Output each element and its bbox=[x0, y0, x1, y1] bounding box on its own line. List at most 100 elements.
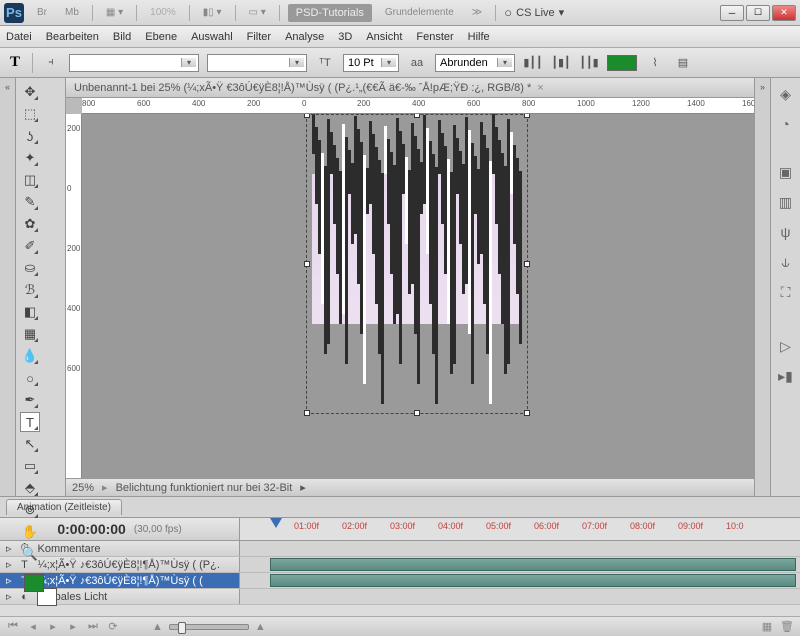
transform-box[interactable] bbox=[306, 114, 528, 414]
close-button[interactable]: ✕ bbox=[772, 5, 796, 21]
close-tab-icon[interactable]: × bbox=[537, 82, 543, 94]
workspace-more[interactable]: ≫ bbox=[467, 4, 487, 21]
toolbox: ✥ ⬚ ʖ ✦ ◫ ✎ ✿ ✐ ⛀ ℬ ◧ ▦ 💧 ○ ✒ T ↖ ▭ ⬘ ⊚ … bbox=[16, 78, 66, 496]
zoom-level[interactable]: 100% bbox=[145, 4, 181, 21]
zoom-tool[interactable]: 🔍 bbox=[20, 544, 40, 564]
menu-3d[interactable]: 3D bbox=[338, 31, 352, 43]
hand-tool[interactable]: ✋ bbox=[20, 522, 40, 542]
pen-tool[interactable]: ✒ bbox=[20, 390, 40, 410]
menu-auswahl[interactable]: Auswahl bbox=[191, 31, 233, 43]
type-tool[interactable]: T bbox=[20, 412, 40, 432]
move-tool[interactable]: ✥ bbox=[20, 82, 40, 102]
eyedropper-tool[interactable]: ✎ bbox=[20, 192, 40, 212]
loop-button[interactable]: ⟳ bbox=[106, 620, 120, 633]
stamp-tool[interactable]: ⛀ bbox=[20, 258, 40, 278]
eraser-tool[interactable]: ◧ bbox=[20, 302, 40, 322]
channels-panel-icon[interactable]: ψ bbox=[776, 222, 796, 242]
timecode[interactable]: 0:00:00:00 bbox=[57, 521, 126, 537]
antialias-icon: aa bbox=[407, 53, 427, 73]
font-size-combo[interactable] bbox=[343, 54, 399, 72]
next-frame-button[interactable]: ▸ bbox=[66, 620, 80, 633]
healing-tool[interactable]: ✿ bbox=[20, 214, 40, 234]
warp-text-button[interactable]: ⌇ bbox=[645, 53, 665, 73]
layers-panel-icon[interactable]: ◈ bbox=[776, 84, 796, 104]
antialias-combo[interactable] bbox=[435, 54, 515, 72]
ruler-vertical: 2000200400600 bbox=[66, 114, 82, 478]
prev-frame-button[interactable]: ◂ bbox=[26, 620, 40, 633]
path-select-tool[interactable]: ↖ bbox=[20, 434, 40, 454]
character-panel-button[interactable]: ▤ bbox=[673, 53, 693, 73]
menu-hilfe[interactable]: Hilfe bbox=[468, 31, 490, 43]
track-row[interactable]: ▹◐Globales Licht bbox=[0, 589, 800, 605]
timeline-zoom-slider[interactable] bbox=[169, 624, 249, 630]
dodge-tool[interactable]: ○ bbox=[20, 368, 40, 388]
collapse-right-icon[interactable]: » bbox=[755, 78, 770, 92]
zoom-in-icon[interactable]: ▲ bbox=[255, 621, 266, 633]
color-swatches[interactable] bbox=[20, 572, 61, 608]
brush-tool[interactable]: ✐ bbox=[20, 236, 40, 256]
status-bar: 25% ▸ Belichtung funktioniert nur bei 32… bbox=[66, 478, 754, 496]
play-button[interactable]: ▸ bbox=[46, 620, 60, 633]
goto-start-button[interactable]: ⏮ bbox=[6, 620, 20, 633]
document-tab[interactable]: Unbenannt-1 bei 25% (¼;xÃ•Ÿ €3ôÚ€ÿÈ8¦!Å)… bbox=[66, 78, 754, 98]
paths-panel-icon[interactable]: ⫝ bbox=[776, 252, 796, 272]
history-brush-tool[interactable]: ℬ bbox=[20, 280, 40, 300]
fps-label: (30,00 fps) bbox=[134, 524, 182, 535]
animation-panel: Animation (Zeitleiste) 0:00:00:00 (30,00… bbox=[0, 496, 800, 636]
canvas-viewport[interactable] bbox=[82, 114, 754, 478]
view-mode-dropdown[interactable]: ▦ ▾ bbox=[101, 4, 128, 21]
convert-frames-button[interactable]: ▦ bbox=[760, 620, 774, 633]
marquee-tool[interactable]: ⬚ bbox=[20, 104, 40, 124]
menu-analyse[interactable]: Analyse bbox=[285, 31, 324, 43]
foreground-color[interactable] bbox=[24, 574, 44, 592]
font-family-combo[interactable] bbox=[69, 54, 199, 72]
align-center-button[interactable]: ┃▮┃ bbox=[551, 53, 571, 73]
styles-panel-icon[interactable]: ⛶ bbox=[776, 282, 796, 302]
zoom-out-icon[interactable]: ▲ bbox=[152, 621, 163, 633]
cslive-dropdown[interactable]: CS Live ▾ bbox=[504, 5, 564, 20]
font-size-icon: ᵀT bbox=[315, 53, 335, 73]
status-zoom[interactable]: 25% bbox=[72, 482, 94, 494]
align-right-button[interactable]: ┃┃▮ bbox=[579, 53, 599, 73]
color-panel-icon[interactable]: ◔ bbox=[776, 114, 796, 134]
workspace-grundelemente[interactable]: Grundelemente bbox=[380, 4, 459, 21]
text-color-swatch[interactable] bbox=[607, 55, 637, 71]
menu-filter[interactable]: Filter bbox=[247, 31, 271, 43]
blur-tool[interactable]: 💧 bbox=[20, 346, 40, 366]
track-row[interactable]: ▹⏱Kommentare bbox=[0, 541, 800, 557]
history-panel-icon[interactable]: ▸▮ bbox=[776, 366, 796, 386]
menu-ansicht[interactable]: Ansicht bbox=[366, 31, 402, 43]
3d-tool[interactable]: ⬘ bbox=[20, 478, 40, 498]
collapse-left-icon[interactable]: « bbox=[5, 82, 10, 92]
timeline-ruler[interactable]: 01:00f02:00f03:00f04:00f05:00f06:00f07:0… bbox=[240, 518, 800, 540]
adjustments-panel-icon[interactable]: ▣ bbox=[776, 162, 796, 182]
font-style-combo[interactable] bbox=[207, 54, 307, 72]
playhead[interactable] bbox=[270, 518, 282, 534]
masks-panel-icon[interactable]: ▥ bbox=[776, 192, 796, 212]
menu-fenster[interactable]: Fenster bbox=[416, 31, 453, 43]
minibridge-button[interactable]: Mb bbox=[60, 4, 84, 21]
menu-datei[interactable]: Datei bbox=[6, 31, 32, 43]
arrange-dropdown[interactable]: ▮▯ ▾ bbox=[198, 4, 227, 21]
minimize-button[interactable]: ─ bbox=[720, 5, 744, 21]
3d-camera-tool[interactable]: ⊚ bbox=[20, 500, 40, 520]
menu-bild[interactable]: Bild bbox=[113, 31, 131, 43]
track-row[interactable]: ▹T¼;x¦Ã•Ÿ ♪€3ôÚ€ÿÈ8¦!¶Å)™Ùsÿ ( ( bbox=[0, 573, 800, 589]
align-left-button[interactable]: ▮┃┃ bbox=[523, 53, 543, 73]
magic-wand-tool[interactable]: ✦ bbox=[20, 148, 40, 168]
play-panel-icon[interactable]: ▷ bbox=[776, 336, 796, 356]
lasso-tool[interactable]: ʖ bbox=[20, 126, 40, 146]
bridge-button[interactable]: Br bbox=[32, 4, 52, 21]
text-orientation-button[interactable]: ⫞ bbox=[41, 53, 61, 73]
delete-button[interactable]: 🗑 bbox=[780, 620, 794, 633]
menu-bearbeiten[interactable]: Bearbeiten bbox=[46, 31, 99, 43]
screen-mode-dropdown[interactable]: ▭ ▾ bbox=[244, 4, 271, 21]
gradient-tool[interactable]: ▦ bbox=[20, 324, 40, 344]
shape-tool[interactable]: ▭ bbox=[20, 456, 40, 476]
menu-ebene[interactable]: Ebene bbox=[145, 31, 177, 43]
crop-tool[interactable]: ◫ bbox=[20, 170, 40, 190]
goto-end-button[interactable]: ⏭ bbox=[86, 620, 100, 633]
track-row[interactable]: ▹T¼;x¦Ã•Ÿ ♪€3ôÚ€ÿÈ8¦!¶Å)™Ùsÿ ( (P¿. bbox=[0, 557, 800, 573]
maximize-button[interactable]: ☐ bbox=[746, 5, 770, 21]
workspace-psdtutorials[interactable]: PSD-Tutorials bbox=[288, 4, 372, 22]
